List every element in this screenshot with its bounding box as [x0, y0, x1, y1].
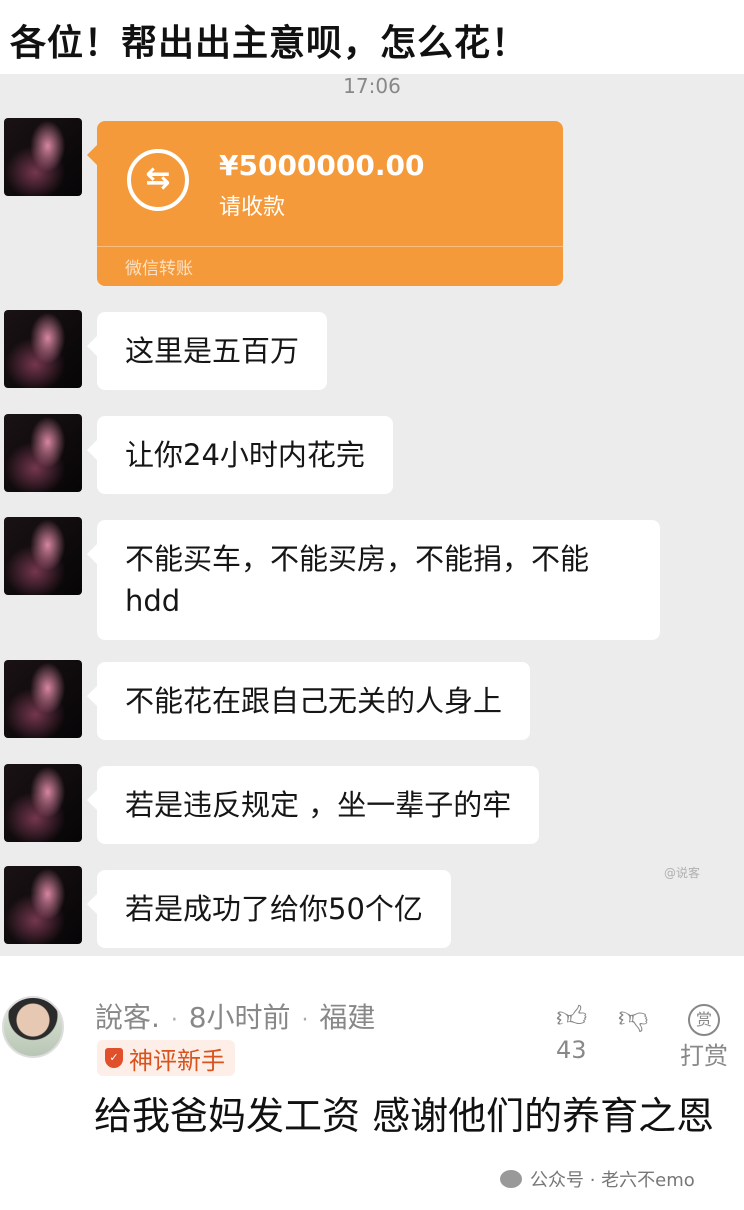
like-count: 43 — [556, 1036, 587, 1064]
sender-avatar[interactable] — [4, 310, 82, 388]
reward-icon[interactable]: 赏 — [688, 1004, 720, 1036]
transfer-arrows-icon: ⇆ — [127, 149, 189, 211]
chat-message: 不能花在跟自己无关的人身上 — [86, 662, 531, 740]
commenter-avatar[interactable] — [2, 996, 64, 1058]
chat-message: 若是违反规定 ，坐一辈子的牢 — [86, 766, 540, 844]
transfer-divider — [97, 246, 563, 247]
footer-watermark: 公众号 · 老六不emo — [500, 1166, 695, 1192]
comment-time: 8小时前 — [188, 1001, 291, 1034]
chat-timestamp: 17:06 — [343, 74, 401, 98]
sender-avatar[interactable] — [4, 517, 82, 595]
transfer-card[interactable]: ⇆ ¥5000000.00 请收款 微信转账 — [87, 121, 563, 286]
transfer-footer-label: 微信转账 — [125, 259, 193, 279]
post-title: 各位！帮出出主意呗，怎么花！ — [10, 23, 529, 64]
thumbs-down-icon[interactable]: 👎︎ — [618, 1000, 648, 1036]
thumbs-up-icon[interactable]: 👍︎ — [556, 1000, 587, 1036]
chat-message: 让你24小时内花完 — [87, 416, 393, 494]
transfer-amount: ¥5000000.00 — [219, 149, 425, 182]
sender-avatar[interactable] — [4, 414, 82, 492]
shield-icon: ✓ — [105, 1048, 123, 1068]
sender-avatar[interactable] — [4, 660, 82, 738]
user-badge: ✓ 神评新手 — [97, 1040, 235, 1076]
commenter-username[interactable]: 說客. — [95, 1001, 160, 1034]
chat-message: 这里是五百万 — [86, 312, 328, 390]
comment-meta: 說客. · 8小时前 · 福建 — [95, 996, 375, 1036]
sender-avatar[interactable] — [4, 764, 82, 842]
chat-message: 不能买车，不能买房，不能捐，不能hdd — [87, 520, 660, 640]
sender-avatar[interactable] — [4, 118, 82, 196]
chat-screenshot: 17:06 ⇆ ¥5000000.00 请收款 微信转账 这里是五百万 让你24… — [0, 74, 744, 956]
comment-text: 给我爸妈发工资 感谢他们的养育之恩 — [94, 1094, 715, 1138]
transfer-note: 请收款 — [219, 195, 286, 220]
image-watermark: @说客 — [663, 866, 700, 880]
footer-watermark-text: 公众号 · 老六不emo — [530, 1170, 695, 1191]
separator-dot: · — [301, 1008, 309, 1033]
separator-dot: · — [170, 1008, 178, 1033]
wechat-icon — [500, 1170, 522, 1188]
reward-label[interactable]: 打赏 — [680, 1036, 728, 1071]
chat-message: 若是成功了给你50个亿 — [87, 870, 451, 948]
divider — [0, 956, 744, 972]
sender-avatar[interactable] — [4, 866, 82, 944]
comment-location: 福建 — [319, 1001, 376, 1034]
badge-label: 神评新手 — [129, 1046, 225, 1075]
